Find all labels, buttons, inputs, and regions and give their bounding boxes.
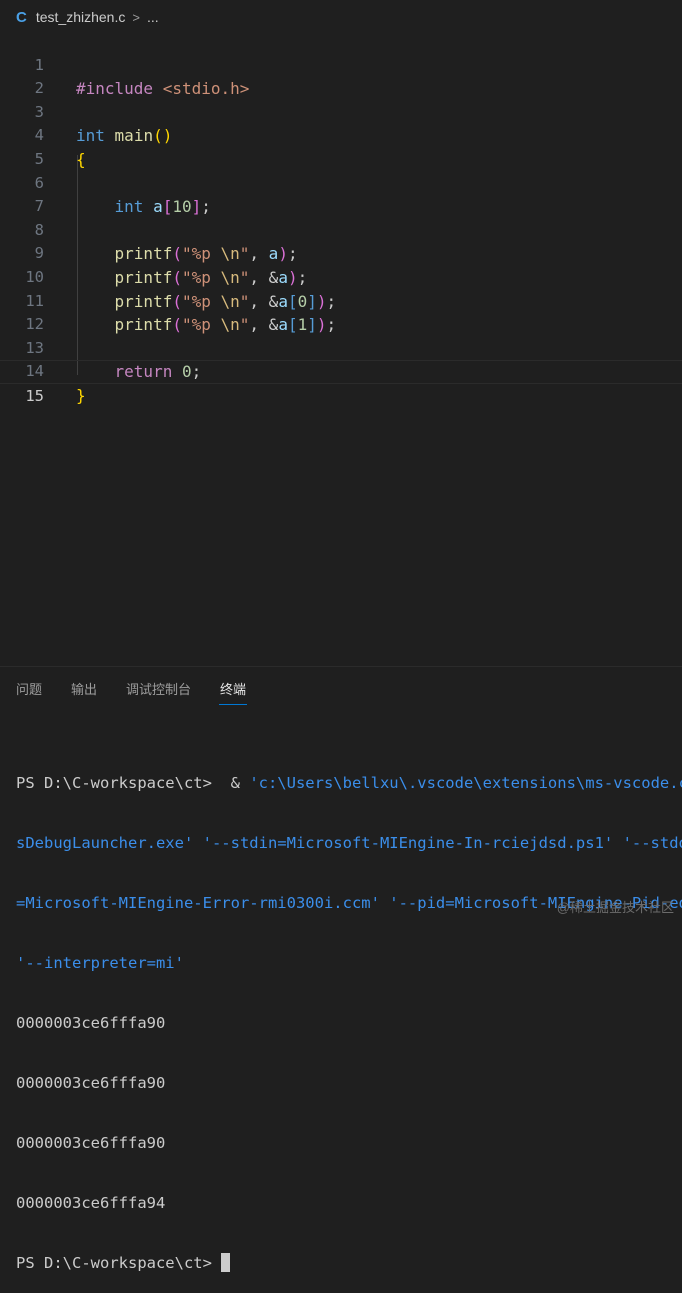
terminal[interactable]: PS D:\C-workspace\ct> & 'c:\Users\bellxu… — [16, 733, 682, 1293]
code-line[interactable]: 4 { — [0, 101, 682, 169]
terminal-line: sDebugLauncher.exe' '--stdin=Microsoft-M… — [16, 834, 682, 852]
breadcrumb-more[interactable]: ... — [147, 9, 159, 25]
panel-tabs: 问题 输出 调试控制台 终端 — [0, 667, 682, 713]
terminal-line: PS D:\C-workspace\ct> — [16, 1253, 682, 1273]
code-line[interactable]: 14 } — [0, 337, 682, 405]
code-line[interactable]: 13 return 0; — [0, 313, 682, 382]
terminal-command: 'c:\Users\bellxu\.vscode\extensions\ms-v… — [249, 774, 682, 792]
breadcrumb: C test_zhizhen.c > ... — [0, 0, 682, 34]
code-line[interactable]: 6 int a[10]; — [0, 148, 682, 217]
terminal-cursor — [221, 1253, 231, 1272]
code-line[interactable]: 3 int main() — [0, 77, 682, 146]
code-editor[interactable]: 1 #include <stdio.h> 2 3 int main() 4 { … — [0, 30, 682, 405]
tab-problems[interactable]: 问题 — [16, 667, 42, 713]
code-line[interactable]: 9 printf("%p \n", &a); — [0, 219, 682, 287]
code-line[interactable]: 7 — [0, 172, 682, 215]
terminal-operator: & — [221, 774, 250, 792]
token: } — [76, 385, 86, 405]
tab-debug-console[interactable]: 调试控制台 — [126, 667, 191, 713]
code-line[interactable]: 12 — [0, 290, 682, 333]
code-line[interactable]: 10 printf("%p \n", &a[0]); — [0, 242, 682, 311]
c-file-icon: C — [16, 8, 27, 26]
code-line[interactable]: 1 #include <stdio.h> — [0, 30, 682, 99]
code-line[interactable]: 11 printf("%p \n", &a[1]); — [0, 266, 682, 335]
terminal-output-line: 0000003ce6fffa90 — [16, 1014, 166, 1032]
line-code: } — [76, 384, 86, 408]
terminal-output-line: 0000003ce6fffa90 — [16, 1074, 166, 1092]
terminal-prompt: PS D:\C-workspace\ct> — [16, 774, 222, 792]
breadcrumb-filename[interactable]: test_zhizhen.c — [36, 9, 126, 25]
code-line[interactable]: 5 — [0, 124, 682, 168]
current-code-line[interactable]: 15 — [0, 360, 682, 405]
watermark: @稀土掘金技术社区 — [556, 900, 674, 915]
tab-terminal[interactable]: 终端 — [219, 667, 248, 713]
code-line[interactable]: 2 — [0, 54, 682, 97]
terminal-line: '--interpreter=mi' — [16, 954, 184, 972]
line-number: 15 — [25, 386, 44, 405]
chevron-right-icon: > — [132, 9, 140, 25]
code-line[interactable]: 8 printf("%p \n", a); — [0, 195, 682, 264]
tab-output[interactable]: 输出 — [71, 667, 97, 713]
terminal-output-line: 0000003ce6fffa94 — [16, 1194, 166, 1212]
terminal-output-line: 0000003ce6fffa90 — [16, 1134, 166, 1152]
terminal-line: PS D:\C-workspace\ct> & 'c:\Users\bellxu… — [16, 773, 682, 793]
terminal-prompt: PS D:\C-workspace\ct> — [16, 1254, 222, 1272]
